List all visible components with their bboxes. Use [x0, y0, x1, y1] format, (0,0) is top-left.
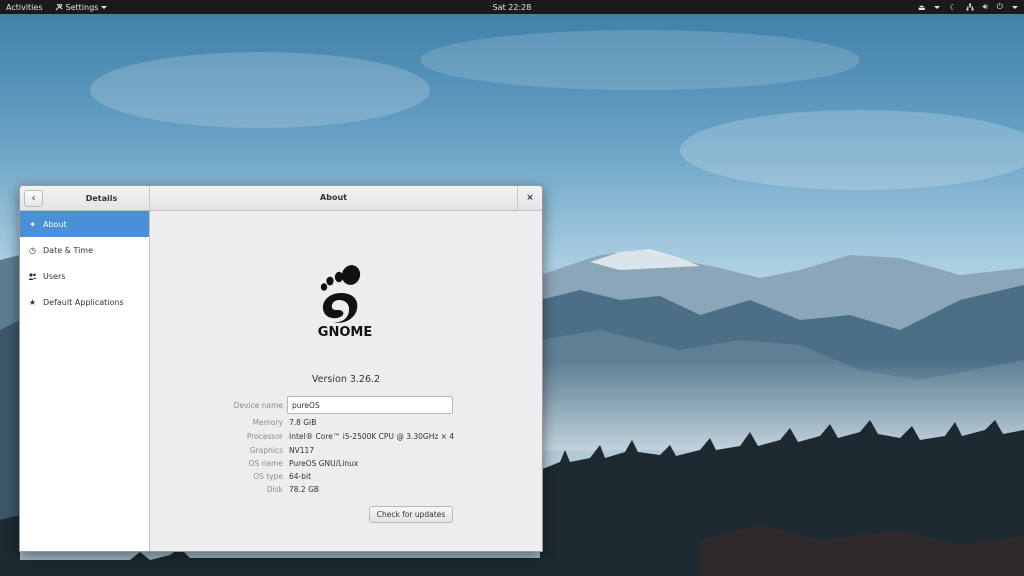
power-icon: ⏻: [996, 2, 1003, 11]
sidebar-item-default-applications[interactable]: ★ Default Applications: [20, 289, 149, 315]
device-name-field[interactable]: [287, 396, 453, 414]
settings-window: ‹ Details About × ✦ About ◷ Date & Time: [19, 185, 543, 552]
sidebar-item-label: Default Applications: [43, 297, 124, 307]
memory-label: Memory: [252, 418, 283, 427]
moon-icon: ☾: [949, 2, 957, 12]
sidebar-item-users[interactable]: Users: [20, 263, 149, 289]
sidebar-item-about[interactable]: ✦ About: [20, 211, 149, 237]
network-icon: [966, 3, 974, 11]
disk-value: 78.2 GB: [289, 485, 320, 494]
sidebar-item-label: Date & Time: [43, 245, 94, 255]
processor-value: Intel® Core™ i5-2500K CPU @ 3.30GHz × 4: [289, 432, 455, 441]
memory-value: 7.8 GiB: [289, 418, 317, 427]
sidebar-item-date-time[interactable]: ◷ Date & Time: [20, 237, 149, 263]
info-row-processor: Processor Intel® Core™ i5-2500K CPU @ 3.…: [150, 432, 542, 444]
clock-icon: ◷: [29, 245, 36, 255]
about-panel: GNOME Version 3.26.2 Device name Memory …: [150, 211, 542, 551]
star-icon: ★: [28, 297, 37, 307]
gnome-logo: GNOME: [318, 265, 372, 339]
graphics-label: Graphics: [249, 446, 283, 455]
volume-icon: 🔊︎: [982, 2, 988, 11]
eject-icon[interactable]: ⏏: [918, 3, 926, 12]
sidebar-title: Details: [85, 193, 118, 203]
sidebar-item-label: Users: [43, 271, 66, 281]
sidebar-header: ‹ Details: [20, 186, 150, 210]
clock[interactable]: Sat 22:28: [493, 3, 532, 12]
info-row-disk: Disk 78.2 GB: [150, 485, 542, 497]
activities-button[interactable]: Activities: [0, 3, 49, 12]
info-row-os-type: OS type 64-bit: [150, 472, 542, 484]
system-tray[interactable]: ⏏ ☾ 🔊︎ ⏻: [918, 2, 1018, 12]
sparkle-icon: ✦: [29, 219, 36, 229]
users-icon: [28, 272, 37, 281]
close-button[interactable]: ×: [517, 186, 542, 210]
info-row-os-name: OS name PureOS GNU/Linux: [150, 459, 542, 471]
os-type-value: 64-bit: [289, 472, 312, 481]
app-menu-label: Settings: [65, 2, 99, 12]
version-label: Version 3.26.2: [311, 374, 381, 385]
chevron-down-icon: [1012, 5, 1018, 9]
os-name-value: PureOS GNU/Linux: [289, 459, 359, 468]
back-button[interactable]: ‹: [24, 189, 43, 207]
chevron-left-icon: ‹: [31, 192, 36, 204]
header-bar: ‹ Details About ×: [20, 186, 542, 211]
processor-label: Processor: [246, 432, 283, 441]
chevron-down-icon: [101, 5, 108, 9]
info-row-graphics: Graphics NV117: [150, 446, 542, 458]
os-name-label: OS name: [248, 459, 283, 468]
disk-label: Disk: [266, 485, 283, 494]
top-bar: Activities Settings Sat 22:28 ⏏ ☾ 🔊︎ ⏻: [0, 0, 1024, 14]
check-for-updates-button[interactable]: Check for updates: [369, 506, 453, 523]
os-type-label: OS type: [253, 472, 283, 481]
gnome-wordmark: GNOME: [318, 325, 372, 339]
app-menu-button[interactable]: Settings: [49, 3, 114, 12]
sidebar: ✦ About ◷ Date & Time Users ★ Default Ap…: [20, 211, 150, 551]
device-name-label: Device name: [233, 401, 283, 410]
page-title: About: [320, 193, 347, 202]
sidebar-item-label: About: [43, 219, 67, 229]
close-icon: ×: [526, 193, 534, 203]
graphics-value: NV117: [289, 446, 315, 455]
info-row-memory: Memory 7.8 GiB: [150, 418, 542, 430]
chevron-down-icon: [934, 5, 941, 9]
settings-tools-icon: [55, 3, 62, 11]
